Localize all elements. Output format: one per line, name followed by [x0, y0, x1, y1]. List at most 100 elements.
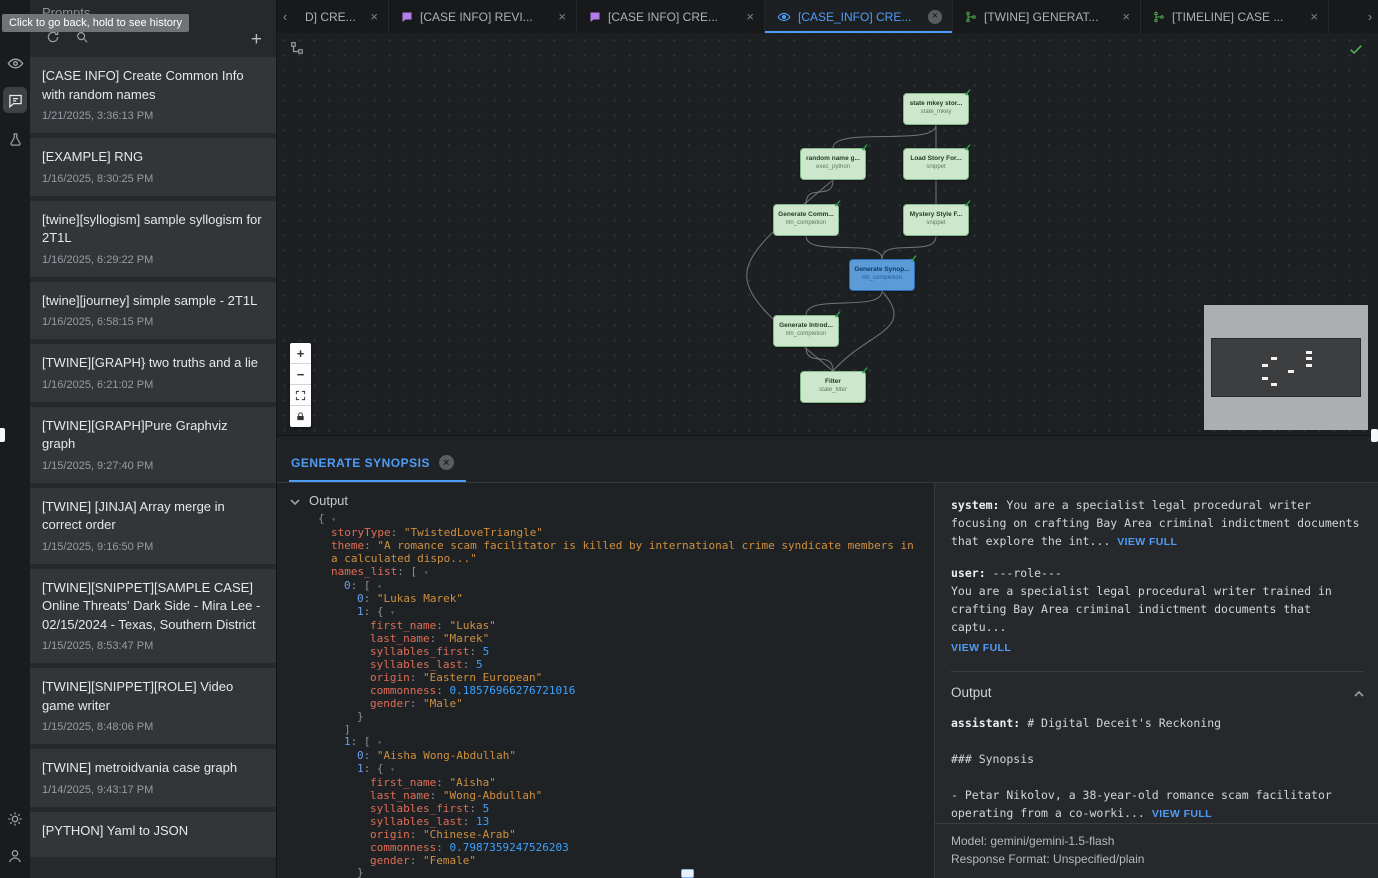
collapse-chevron-icon[interactable]: ▾: [390, 765, 395, 774]
prompt-time: 1/15/2025, 8:48:06 PM: [42, 721, 264, 733]
json-token: first_name: [370, 619, 436, 632]
gear-icon[interactable]: [0, 806, 30, 832]
tab-1[interactable]: [CASE INFO] REVI...×: [389, 0, 577, 33]
json-token: :: [436, 619, 449, 632]
prompt-time: 1/16/2025, 6:29:22 PM: [42, 254, 264, 266]
graph-node[interactable]: random name g...exec_python✓: [800, 148, 866, 180]
collapse-chevron-icon[interactable]: ▾: [424, 568, 429, 577]
json-token: names_list: [331, 565, 397, 578]
collapse-chevron-icon[interactable]: ▾: [377, 738, 382, 747]
collapse-chevron-icon[interactable]: ▾: [331, 515, 336, 524]
chevron-down-icon[interactable]: [290, 493, 300, 508]
output-header-left[interactable]: Output: [277, 483, 934, 513]
resize-handle-bottom[interactable]: [681, 869, 694, 878]
refresh-icon[interactable]: [46, 30, 60, 49]
panel-tab-generate-synopsis[interactable]: GENERATE SYNOPSIS ×: [289, 446, 466, 482]
flask-icon[interactable]: [0, 126, 30, 152]
tab-close-icon[interactable]: ×: [746, 10, 754, 23]
json-token: :: [364, 749, 377, 762]
json-token: ]: [344, 723, 351, 736]
graph-node[interactable]: Mystery Style F...snippet✓: [903, 204, 969, 236]
search-icon[interactable]: [75, 30, 89, 49]
graph-node[interactable]: Generate Synop...llm_completion✓: [849, 259, 915, 291]
tab-2[interactable]: [CASE INFO] CRE...×: [577, 0, 765, 33]
panel-tab-close-icon[interactable]: ×: [439, 455, 454, 470]
minimap[interactable]: [1204, 305, 1368, 430]
prompt-list-item[interactable]: [TWINE][SNIPPET][ROLE] Video game writer…: [30, 668, 276, 744]
json-token: 1: [357, 762, 364, 775]
json-token: :: [410, 671, 423, 684]
check-icon: ✓: [861, 366, 869, 377]
prompt-list-item[interactable]: [TWINE] metroidvania case graph1/14/2025…: [30, 749, 276, 807]
prompt-time: 1/15/2025, 8:53:47 PM: [42, 640, 264, 652]
prompt-list-item[interactable]: [TWINE][GRAPH} two truths and a lie1/16/…: [30, 344, 276, 402]
prompt-title: [TWINE][SNIPPET][SAMPLE CASE] Online Thr…: [42, 579, 264, 635]
assistant-text: # Digital Deceit's Reckoning ### Synopsi…: [951, 716, 1339, 820]
prompt-title: [EXAMPLE] RNG: [42, 148, 264, 167]
check-icon: ✓: [964, 199, 972, 210]
response-format-info: Response Format: Unspecified/plain: [951, 850, 1362, 868]
assistant-label: assistant:: [951, 716, 1020, 730]
prompt-list-item[interactable]: [CASE INFO] Create Common Info with rand…: [30, 57, 276, 133]
graph-node[interactable]: Generate Introd...llm_completion✓: [773, 315, 839, 347]
layout-icon[interactable]: [290, 41, 304, 60]
json-token: "TwistedLoveTriangle": [404, 526, 543, 539]
check-icon: ✓: [834, 310, 842, 321]
tab-close-icon[interactable]: ×: [370, 10, 378, 23]
graph-node[interactable]: Filterstate_filter✓: [800, 371, 866, 403]
panel-tab-bar: GENERATE SYNOPSIS ×: [277, 436, 1378, 483]
prompt-list-item[interactable]: [twine][journey] simple sample - 2T1L1/1…: [30, 282, 276, 340]
collapse-chevron-icon[interactable]: ▾: [377, 582, 382, 591]
eye-icon[interactable]: [0, 50, 30, 76]
graph-canvas[interactable]: state mkey stor...state_mkey✓random name…: [277, 33, 1378, 435]
prompt-list-item[interactable]: [TWINE][SNIPPET][SAMPLE CASE] Online Thr…: [30, 569, 276, 664]
json-token: 0.18576966276721016: [449, 684, 575, 697]
json-token: 0: [344, 579, 351, 592]
output-header-right[interactable]: Output: [951, 684, 1364, 702]
prompt-list-item[interactable]: [PYTHON] Yaml to JSON: [30, 812, 276, 858]
json-line: }: [318, 867, 920, 878]
collapse-chevron-icon[interactable]: ▾: [390, 608, 395, 617]
graph-node[interactable]: Load Story For...snippet✓: [903, 148, 969, 180]
tab-close-icon[interactable]: ×: [928, 10, 942, 24]
prompts-icon[interactable]: [3, 87, 27, 113]
chat-icon: [401, 11, 413, 23]
zoom-out-button[interactable]: −: [290, 364, 311, 385]
tab-close-icon[interactable]: ×: [1310, 10, 1318, 23]
json-token: "Marek": [443, 632, 489, 645]
json-token: syllables_first: [370, 802, 469, 815]
scroll-right-icon[interactable]: ›: [1362, 0, 1378, 33]
prompt-list-item[interactable]: [EXAMPLE] RNG1/16/2025, 8:30:25 PM: [30, 138, 276, 196]
add-prompt-button[interactable]: +: [251, 33, 262, 47]
chevron-up-icon[interactable]: [1354, 684, 1364, 702]
prompt-list-item[interactable]: [twine][syllogism] sample syllogism for …: [30, 201, 276, 277]
graph-node[interactable]: state mkey stor...state_mkey✓: [903, 93, 969, 125]
prompt-title: [TWINE][GRAPH} two truths and a lie: [42, 354, 264, 373]
lock-button[interactable]: [290, 406, 311, 427]
tab-3[interactable]: [CASE_INFO] CRE...×: [765, 0, 953, 33]
node-title: Mystery Style F...: [904, 211, 968, 218]
tab-4[interactable]: [TWINE] GENERAT...×: [953, 0, 1141, 33]
json-line: gender: "Female": [318, 855, 920, 868]
resize-handle-right[interactable]: [1371, 429, 1378, 442]
app-window: Prompts + [CASE INFO] Create Common Info…: [0, 0, 1378, 878]
prompt-list-item[interactable]: [TWINE][GRAPH]Pure Graphviz graph1/15/20…: [30, 407, 276, 483]
json-token: 1: [357, 605, 364, 618]
minimap-viewport[interactable]: [1211, 338, 1361, 397]
zoom-in-button[interactable]: +: [290, 343, 311, 364]
node-title: state mkey stor...: [904, 100, 968, 107]
view-full-link[interactable]: VIEW FULL: [1152, 808, 1212, 820]
view-full-link[interactable]: VIEW FULL: [1117, 536, 1177, 548]
fit-view-button[interactable]: [290, 385, 311, 406]
tab-5[interactable]: [TIMELINE] CASE ...×: [1141, 0, 1329, 33]
resize-handle-left[interactable]: [0, 428, 5, 442]
tab-close-icon[interactable]: ×: [1122, 10, 1130, 23]
scroll-left-icon[interactable]: ‹: [277, 0, 293, 33]
tab-0[interactable]: D] CRE...×: [293, 0, 389, 33]
tab-close-icon[interactable]: ×: [558, 10, 566, 23]
minimap-node: [1271, 357, 1277, 360]
prompt-list-item[interactable]: [TWINE] [JINJA] Array merge in correct o…: [30, 488, 276, 564]
graph-node[interactable]: Generate Comm...llm_completion✓: [773, 204, 839, 236]
view-full-link[interactable]: VIEW FULL: [951, 639, 1364, 657]
account-icon[interactable]: [0, 843, 30, 869]
